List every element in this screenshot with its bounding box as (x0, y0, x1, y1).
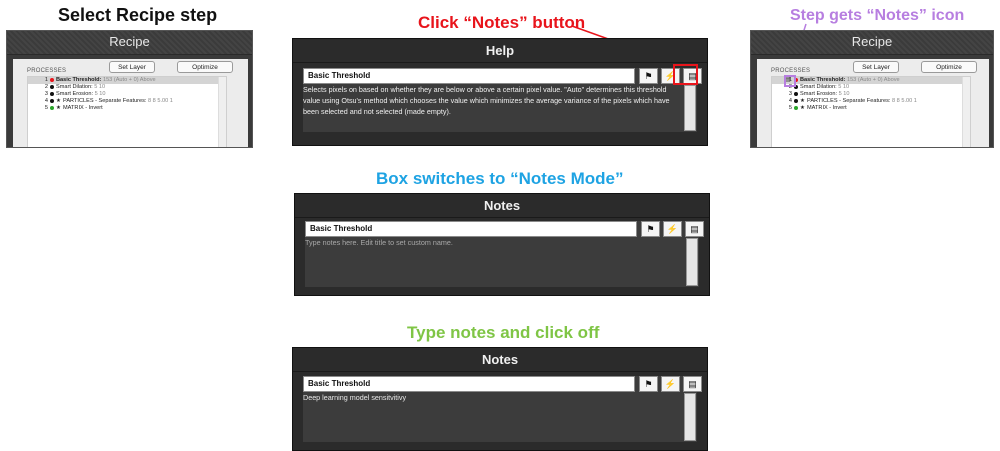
star-icon: ★ (56, 98, 62, 104)
star-icon: ★ (56, 105, 62, 111)
caption-box-switches: Box switches to “Notes Mode” (376, 169, 624, 188)
notes-panel-empty: Notes Basic Threshold ⚑ ⚡ ▤ Type notes h… (294, 193, 710, 296)
panel-title: Notes (293, 348, 707, 372)
list-item[interactable]: 3 Smart Erosion: 5 10 (28, 91, 226, 98)
list-item[interactable]: 4 ★ PARTICLES - Separate Features: 8 8 5.0… (28, 98, 226, 105)
flag-button[interactable]: ⚑ (639, 68, 658, 84)
notes-icon: ▤ (690, 224, 699, 234)
process-list: ➔ 1Basic Threshold: 153 (Auto + 0) Above… (771, 76, 971, 147)
recipe-panel-left: Recipe PROCESSES Set Layer Optimize ➔ 1B… (6, 30, 253, 148)
star-icon: ★ (800, 98, 806, 104)
step-number: 5 (788, 105, 792, 111)
set-layer-button[interactable]: Set Layer (109, 61, 155, 73)
step-detail: 8 8 5.00 1 (892, 98, 917, 104)
recipe-title: Recipe (7, 31, 252, 55)
step-detail: 153 (Auto + 0) Above (846, 77, 900, 83)
status-dot-icon (50, 84, 54, 89)
notes-button-highlight (673, 64, 698, 85)
help-text: Selects pixels on based on whether they … (303, 85, 670, 116)
notes-button[interactable]: ▤ (683, 376, 702, 392)
step-name: Basic Threshold: (800, 77, 846, 83)
list-item[interactable]: 5 ★ MATRIX - Invert (28, 105, 226, 112)
panel-title: Help (293, 39, 707, 63)
flag-icon: ⚑ (644, 71, 653, 81)
step-detail: 8 8 5.00 1 (148, 98, 173, 104)
optimize-button[interactable]: Optimize (921, 61, 977, 73)
step-title: Basic Threshold (308, 71, 371, 80)
status-dot-icon (794, 98, 798, 103)
process-list: ➔ 1Basic Threshold: 153 (Auto + 0) Above… (27, 76, 227, 147)
status-dot-icon (794, 105, 798, 110)
step-name: MATRIX - Invert (63, 105, 103, 111)
list-item[interactable]: 1 Basic Threshold: 153 (Auto + 0) Above ▤ (772, 77, 970, 84)
flag-icon: ⚑ (646, 224, 655, 234)
step-detail: 5 10 (838, 91, 850, 97)
bolt-button[interactable]: ⚡ (661, 376, 680, 392)
step-name: Smart Dilation: (56, 84, 93, 90)
step-number: 5 (44, 105, 48, 111)
flag-button[interactable]: ⚑ (639, 376, 658, 392)
step-name: Smart Erosion: (800, 91, 837, 97)
notes-textarea[interactable]: Deep learning model sensitvitivy (303, 392, 683, 440)
list-item[interactable]: 3 Smart Erosion: 5 10 (772, 91, 970, 98)
list-item[interactable]: 4 ★ PARTICLES - Separate Features: 8 8 5.0… (772, 98, 970, 105)
flag-button[interactable]: ⚑ (641, 221, 660, 237)
status-dot-icon (50, 91, 54, 96)
status-dot-icon (50, 105, 54, 110)
status-dot-icon (50, 77, 54, 82)
note-title-field[interactable]: Basic Threshold (305, 221, 637, 237)
optimize-button[interactable]: Optimize (177, 61, 233, 73)
recipe-panel-right: Recipe PROCESSES Set Layer Optimize ➔ 1B… (750, 30, 994, 148)
step-detail: 5 10 (94, 84, 106, 90)
caption-select-step: Select Recipe step (58, 5, 218, 25)
note-title-field[interactable]: Basic Threshold (303, 376, 635, 392)
step-number: 4 (788, 98, 792, 104)
scrollbar[interactable] (962, 77, 970, 147)
list-item[interactable]: 5 ★ MATRIX - Invert (772, 105, 970, 112)
step-title: Basic Threshold (308, 379, 371, 388)
notes-textarea[interactable]: Type notes here. Edit title to set custo… (305, 237, 685, 285)
panel-title: Notes (295, 194, 709, 218)
step-name: Smart Erosion: (56, 91, 93, 97)
notes-icon: ▤ (688, 379, 697, 389)
scrollbar[interactable] (684, 85, 696, 131)
step-number: 1 (44, 77, 48, 83)
step-name: MATRIX - Invert (807, 105, 847, 111)
step-number: 2 (44, 84, 48, 90)
recipe-title: Recipe (751, 31, 993, 55)
bolt-icon: ⚡ (666, 224, 679, 234)
processes-label: PROCESSES (27, 68, 67, 74)
step-title: Basic Threshold (310, 224, 373, 233)
notes-icon-highlight (784, 75, 796, 87)
step-number: 4 (44, 98, 48, 104)
step-number: 3 (788, 91, 792, 97)
step-detail: 153 (Auto + 0) Above (102, 77, 156, 83)
list-item[interactable]: 2 Smart Dilation: 5 10 (772, 84, 970, 91)
scrollbar[interactable] (218, 77, 226, 147)
scrollbar[interactable] (684, 393, 696, 441)
list-item[interactable]: 1 Basic Threshold: 153 (Auto + 0) Above (28, 77, 226, 84)
help-panel: Help Basic Threshold ⚑ ⚡ ▤ Selects pixel… (292, 38, 708, 146)
step-number: 3 (44, 91, 48, 97)
caption-click-notes: Click “Notes” button (418, 13, 586, 32)
caption-type-notes: Type notes and click off (407, 323, 600, 342)
scrollbar[interactable] (686, 238, 698, 286)
step-name: Smart Dilation: (800, 84, 837, 90)
bolt-icon: ⚡ (664, 379, 677, 389)
step-name: PARTICLES - Separate Features: (807, 98, 891, 104)
status-dot-icon (794, 91, 798, 96)
flag-icon: ⚑ (644, 379, 653, 389)
list-item[interactable]: 2 Smart Dilation: 5 10 (28, 84, 226, 91)
step-detail: 5 10 (94, 91, 106, 97)
step-name: Basic Threshold: (56, 77, 102, 83)
star-icon: ★ (800, 105, 806, 111)
step-detail: 5 10 (838, 84, 850, 90)
bolt-button[interactable]: ⚡ (663, 221, 682, 237)
notes-panel-filled: Notes Basic Threshold ⚑ ⚡ ▤ Deep learnin… (292, 347, 708, 451)
set-layer-button[interactable]: Set Layer (853, 61, 899, 73)
notes-button[interactable]: ▤ (685, 221, 704, 237)
step-name: PARTICLES - Separate Features: (63, 98, 147, 104)
status-dot-icon (50, 98, 54, 103)
processes-label: PROCESSES (771, 68, 811, 74)
